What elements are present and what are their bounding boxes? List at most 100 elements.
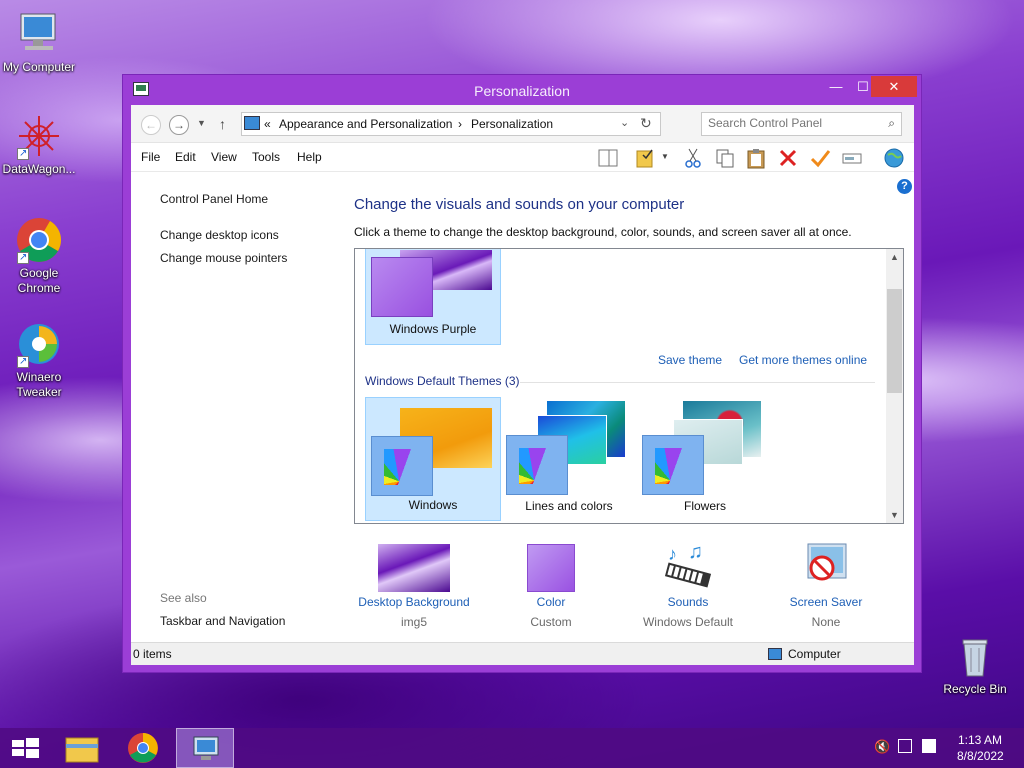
color-palette-icon <box>642 435 704 495</box>
recycle-bin-icon <box>951 632 999 680</box>
action-center-icon[interactable] <box>922 739 936 753</box>
screen-saver-icon <box>800 540 852 592</box>
recent-pages-chevron-icon[interactable]: ▼ <box>197 118 206 128</box>
back-button[interactable]: ← <box>141 115 161 135</box>
personalization-window: Personalization — ☐ ✕ ← → ▼ ↑ « Appearan… <box>122 74 922 673</box>
desktop-icon-datawagon[interactable]: DataWagon... <box>0 112 78 177</box>
menu-help[interactable]: Help <box>297 150 322 164</box>
theme-flowers[interactable]: Flowers <box>637 397 773 521</box>
desktop-icon-label: DataWagon... <box>2 162 76 176</box>
properties-check-icon[interactable] <box>809 147 831 169</box>
address-bar[interactable]: « Appearance and Personalization › Perso… <box>241 112 661 136</box>
desktop-icon-label: Google Chrome <box>17 266 61 295</box>
theme-label: Lines and colors <box>525 499 613 513</box>
themes-scrollbar[interactable]: ▲ ▼ <box>886 249 903 523</box>
item-value: img5 <box>400 615 427 629</box>
see-also-label: See also <box>160 591 207 605</box>
link-change-mouse-pointers[interactable]: Change mouse pointers <box>160 251 287 265</box>
search-icon[interactable]: ⌕ <box>888 116 895 131</box>
desktop-icon-my-computer[interactable]: My Computer <box>0 10 78 75</box>
item-caption[interactable]: Desktop Background <box>344 595 484 609</box>
menu-tools[interactable]: Tools <box>252 150 280 164</box>
item-caption[interactable]: Sounds <box>618 595 758 609</box>
screen-saver-item[interactable]: Screen Saver None <box>756 532 896 629</box>
clock-date[interactable]: 8/8/2022 <box>957 749 1004 763</box>
menu-edit[interactable]: Edit <box>175 150 196 164</box>
svg-text:♫: ♫ <box>688 541 703 563</box>
status-location: Computer <box>788 647 841 661</box>
theme-windows-purple[interactable]: Windows Purple <box>365 249 501 345</box>
network-icon[interactable] <box>898 739 912 753</box>
search-box[interactable]: ⌕ <box>701 112 902 136</box>
link-change-desktop-icons[interactable]: Change desktop icons <box>160 228 279 242</box>
clock-time[interactable]: 1:13 AM <box>958 733 1002 747</box>
breadcrumb-appearance[interactable]: Appearance and Personalization <box>279 117 452 131</box>
window-titlebar[interactable]: Personalization — ☐ ✕ <box>123 75 921 105</box>
save-theme-link[interactable]: Save theme <box>658 353 722 367</box>
scroll-down-icon[interactable]: ▼ <box>890 510 899 520</box>
minimize-button[interactable]: — <box>823 76 849 97</box>
sounds-icon: ♪ ♫ <box>662 540 714 592</box>
windows-logo-icon <box>12 738 39 758</box>
desktop-icon-label: My Computer <box>2 60 76 74</box>
theme-label: Windows Purple <box>389 322 477 336</box>
up-arrow-icon[interactable]: ↑ <box>219 116 226 132</box>
forward-button[interactable]: → <box>169 115 189 135</box>
theme-label: Flowers <box>683 499 726 513</box>
desktop-background-thumbnail <box>378 544 450 592</box>
theme-label: Windows <box>408 498 458 512</box>
desktop-icon-winaero[interactable]: Winaero Tweaker <box>0 320 78 400</box>
breadcrumb-separator[interactable]: › <box>458 117 462 131</box>
page-description: Click a theme to change the desktop back… <box>354 225 852 239</box>
delete-icon[interactable] <box>777 147 799 169</box>
item-value: Custom <box>530 615 572 629</box>
link-taskbar-and-navigation[interactable]: Taskbar and Navigation <box>160 614 285 628</box>
chrome-icon <box>128 733 158 763</box>
taskbar-chrome[interactable] <box>114 728 172 768</box>
address-dropdown-icon[interactable]: ⌄ <box>620 116 629 129</box>
cut-icon[interactable] <box>682 147 704 169</box>
theme-windows[interactable]: Windows <box>365 397 501 521</box>
taskbar-file-explorer[interactable] <box>54 728 112 768</box>
folder-options-dropdown-icon[interactable]: ▼ <box>661 152 669 161</box>
search-input[interactable] <box>708 116 878 130</box>
desktop-icon-label: Winaero Tweaker <box>16 370 62 399</box>
address-overflow-chevrons[interactable]: « <box>264 117 271 131</box>
link-control-panel-home[interactable]: Control Panel Home <box>160 192 268 206</box>
folder-options-icon[interactable] <box>634 147 656 169</box>
color-palette-icon <box>506 435 568 495</box>
breadcrumb-personalization[interactable]: Personalization <box>471 117 553 131</box>
scrollbar-thumb[interactable] <box>887 289 902 393</box>
desktop-background-item[interactable]: Desktop Background img5 <box>344 532 484 629</box>
globe-icon[interactable] <box>883 147 905 169</box>
shortcut-arrow-icon <box>17 250 29 265</box>
get-more-themes-link[interactable]: Get more themes online <box>739 353 867 367</box>
preview-pane-icon[interactable] <box>597 147 619 169</box>
file-explorer-icon <box>65 737 99 763</box>
rename-icon[interactable] <box>841 147 863 169</box>
paste-icon[interactable] <box>745 147 767 169</box>
close-button[interactable]: ✕ <box>871 76 917 97</box>
item-caption[interactable]: Color <box>481 595 621 609</box>
volume-muted-icon[interactable]: 🔇 <box>874 739 890 755</box>
status-bar: 0 items Computer <box>131 642 914 665</box>
page-heading: Change the visuals and sounds on your co… <box>354 196 685 213</box>
shortcut-arrow-icon <box>17 354 29 369</box>
theme-settings-row: Desktop Background img5 Color Custom ♪ ♫ … <box>346 532 914 642</box>
desktop-icon-recycle-bin[interactable]: Recycle Bin <box>936 632 1014 697</box>
scroll-up-icon[interactable]: ▲ <box>890 252 899 262</box>
desktop-icon-chrome[interactable]: Google Chrome <box>0 216 78 296</box>
taskbar-control-panel-active[interactable] <box>176 728 234 768</box>
svg-text:♪: ♪ <box>668 544 677 564</box>
sounds-item[interactable]: ♪ ♫ Sounds Windows Default <box>618 532 758 629</box>
color-item[interactable]: Color Custom <box>481 532 621 629</box>
refresh-icon[interactable]: ↻ <box>640 115 652 132</box>
menu-view[interactable]: View <box>211 150 237 164</box>
copy-icon[interactable] <box>714 147 736 169</box>
start-button[interactable] <box>0 728 58 768</box>
item-caption[interactable]: Screen Saver <box>756 595 896 609</box>
menu-file[interactable]: File <box>141 150 160 164</box>
color-swatch <box>527 544 575 592</box>
winaero-tweaker-icon <box>15 320 63 369</box>
theme-lines-and-colors[interactable]: Lines and colors <box>501 397 637 521</box>
